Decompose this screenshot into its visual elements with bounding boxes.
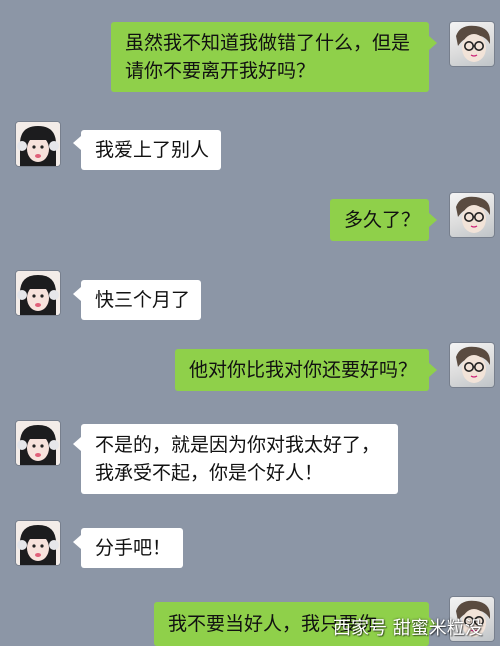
watermark-text: 西家号 甜蜜米粒没 (333, 618, 483, 639)
my-avatar-icon[interactable] (450, 343, 494, 387)
message-text-line: 分手吧！ (95, 537, 172, 559)
message-bubble-received[interactable]: 快三个月了 (81, 280, 201, 320)
message-text-line: 请你不要离开我好吗？ (125, 60, 316, 82)
her-avatar-icon[interactable] (16, 122, 60, 166)
bubble-tail (73, 437, 81, 451)
message-bubble-sent[interactable]: 他对你比我对你还要好吗？ (175, 349, 429, 391)
her-avatar-icon[interactable] (16, 521, 60, 565)
message-text-line: 不是的，就是因为你对我太好了， (95, 434, 381, 456)
chat-window: 虽然我不知道我做错了什么，但是 请你不要离开我好吗？ 我爱上了别人 多久了？ 快… (0, 0, 500, 646)
bubble-tail (429, 213, 437, 227)
message-text-line: 他对你比我对你还要好吗？ (189, 359, 418, 381)
bubble-tail (73, 535, 81, 549)
bubble-tail (73, 287, 81, 301)
bubble-tail (73, 136, 81, 150)
bubble-tail (429, 36, 437, 50)
message-text-line: 虽然我不知道我做错了什么，但是 (125, 32, 411, 54)
message-text-line: 我承受不起，你是个好人！ (95, 462, 324, 484)
message-bubble-received[interactable]: 分手吧！ (81, 528, 183, 568)
message-bubble-sent[interactable]: 虽然我不知道我做错了什么，但是 请你不要离开我好吗？ (111, 22, 429, 92)
my-avatar-icon[interactable] (450, 22, 494, 66)
message-text-line: 快三个月了 (95, 289, 191, 311)
her-avatar-icon[interactable] (16, 421, 60, 465)
her-avatar-icon[interactable] (16, 271, 60, 315)
bubble-tail (429, 363, 437, 377)
message-bubble-sent[interactable]: 多久了？ (330, 199, 429, 241)
my-avatar-icon[interactable] (450, 193, 494, 237)
message-bubble-received[interactable]: 我爱上了别人 (81, 130, 221, 170)
message-bubble-received[interactable]: 不是的，就是因为你对我太好了， 我承受不起，你是个好人！ (81, 424, 398, 494)
message-text-line: 我爱上了别人 (95, 139, 210, 161)
message-text-line: 多久了？ (344, 209, 421, 231)
